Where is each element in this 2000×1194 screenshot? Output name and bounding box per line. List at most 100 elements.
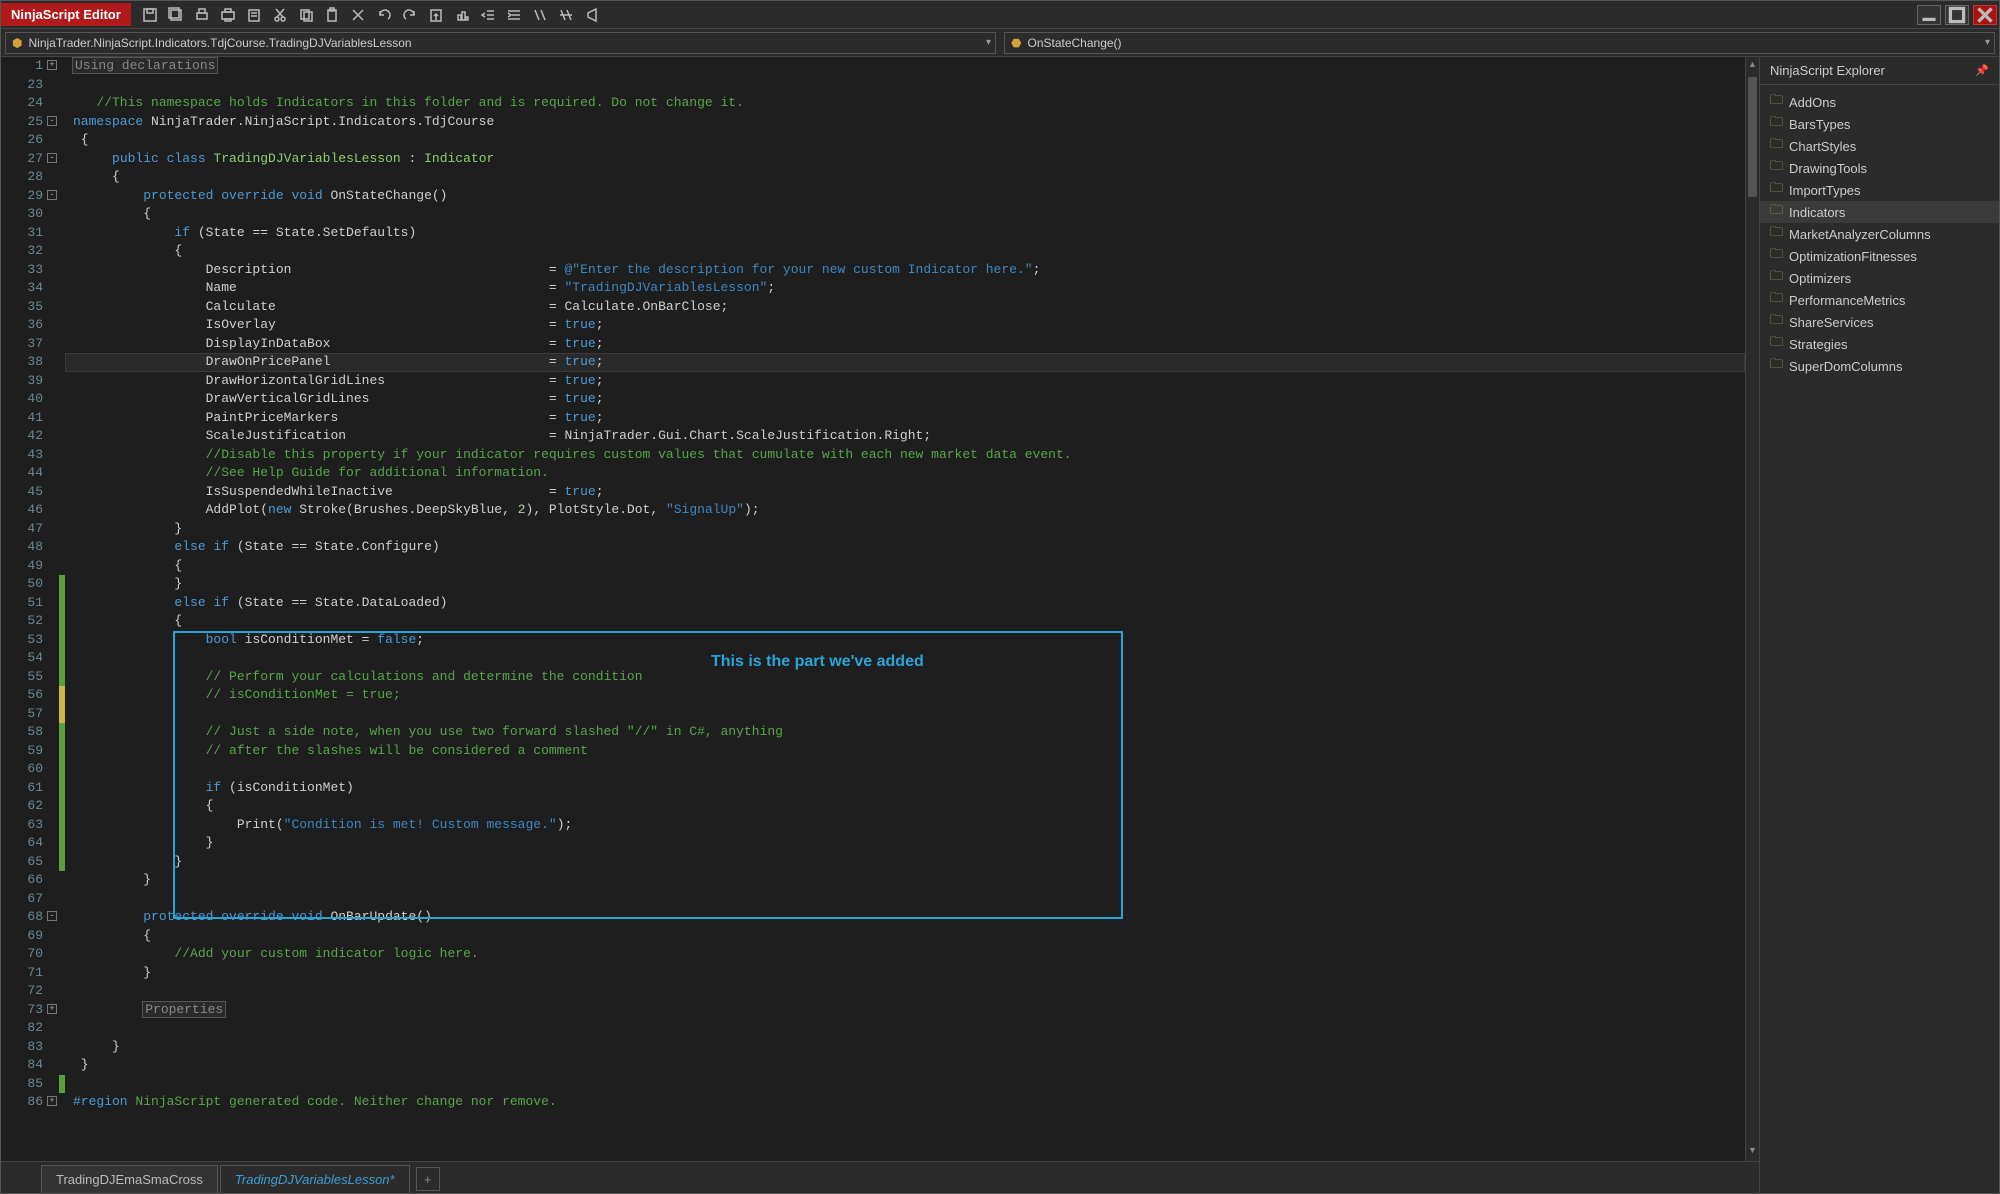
code-line[interactable]: PaintPriceMarkers = true; xyxy=(65,409,1745,428)
cut-icon[interactable] xyxy=(267,2,293,28)
code-line[interactable]: DrawOnPricePanel = true; xyxy=(65,353,1745,372)
fold-expand-icon[interactable]: + xyxy=(47,1096,57,1106)
code-line[interactable] xyxy=(65,760,1745,779)
explorer-node[interactable]: 🗀Optimizers xyxy=(1760,267,1999,289)
undo-icon[interactable] xyxy=(371,2,397,28)
code-line[interactable]: IsOverlay = true; xyxy=(65,316,1745,335)
fold-collapse-icon[interactable]: - xyxy=(47,116,57,126)
uncomment-icon[interactable] xyxy=(553,2,579,28)
code-line[interactable]: { xyxy=(65,927,1745,946)
scroll-up-icon[interactable]: ▲ xyxy=(1746,59,1759,73)
code-line[interactable]: Properties xyxy=(65,1001,1745,1020)
print-preview-icon[interactable] xyxy=(215,2,241,28)
clipboard-icon[interactable] xyxy=(319,2,345,28)
explorer-node[interactable]: 🗀ChartStyles xyxy=(1760,135,1999,157)
code-line[interactable]: IsSuspendedWhileInactive = true; xyxy=(65,483,1745,502)
close-button[interactable] xyxy=(1973,5,1997,25)
indent-icon[interactable] xyxy=(501,2,527,28)
scrollbar-thumb[interactable] xyxy=(1748,77,1757,197)
visualstudio-icon[interactable] xyxy=(579,2,605,28)
code-line[interactable] xyxy=(65,649,1745,668)
save-icon[interactable] xyxy=(137,2,163,28)
code-line[interactable]: Print("Condition is met! Custom message.… xyxy=(65,816,1745,835)
explorer-node[interactable]: 🗀ShareServices xyxy=(1760,311,1999,333)
vertical-scrollbar[interactable]: ▲ ▼ xyxy=(1745,57,1759,1161)
paste-icon[interactable] xyxy=(241,2,267,28)
code-line[interactable]: // after the slashes will be considered … xyxy=(65,742,1745,761)
code-line[interactable]: } xyxy=(65,853,1745,872)
minimize-button[interactable] xyxy=(1917,5,1941,25)
code-line[interactable]: Using declarations xyxy=(65,57,1745,76)
code-line[interactable]: { xyxy=(65,797,1745,816)
code-line[interactable] xyxy=(65,1019,1745,1038)
redo-icon[interactable] xyxy=(397,2,423,28)
explorer-node[interactable]: 🗀Indicators xyxy=(1760,201,1999,223)
code-line[interactable]: // Just a side note, when you use two fo… xyxy=(65,723,1745,742)
export-icon[interactable] xyxy=(423,2,449,28)
comment-icon[interactable] xyxy=(527,2,553,28)
code-line[interactable]: if (isConditionMet) xyxy=(65,779,1745,798)
explorer-node[interactable]: 🗀ImportTypes xyxy=(1760,179,1999,201)
code-line[interactable]: //Disable this property if your indicato… xyxy=(65,446,1745,465)
code-line[interactable]: //Add your custom indicator logic here. xyxy=(65,945,1745,964)
code-line[interactable]: { xyxy=(65,557,1745,576)
code-line[interactable] xyxy=(65,890,1745,909)
fold-collapse-icon[interactable]: - xyxy=(47,153,57,163)
code-line[interactable]: Description = @"Enter the description fo… xyxy=(65,261,1745,280)
explorer-node[interactable]: 🗀BarsTypes xyxy=(1760,113,1999,135)
code-line[interactable]: } xyxy=(65,964,1745,983)
code-line[interactable]: Name = "TradingDJVariablesLesson"; xyxy=(65,279,1745,298)
code-line[interactable]: else if (State == State.DataLoaded) xyxy=(65,594,1745,613)
outdent-icon[interactable] xyxy=(475,2,501,28)
code-line[interactable] xyxy=(65,705,1745,724)
document-tab[interactable]: TradingDJEmaSmaCross xyxy=(41,1165,218,1193)
explorer-node[interactable]: 🗀DrawingTools xyxy=(1760,157,1999,179)
code-line[interactable]: } xyxy=(65,871,1745,890)
code-line[interactable]: // isConditionMet = true; xyxy=(65,686,1745,705)
code-line[interactable]: public class TradingDJVariablesLesson : … xyxy=(65,150,1745,169)
code-line[interactable]: AddPlot(new Stroke(Brushes.DeepSkyBlue, … xyxy=(65,501,1745,520)
code-line[interactable]: { xyxy=(65,168,1745,187)
code-line[interactable]: // Perform your calculations and determi… xyxy=(65,668,1745,687)
method-combo[interactable]: ⬣ OnStateChange() ▾ xyxy=(1004,32,1995,54)
fold-collapse-icon[interactable]: - xyxy=(47,911,57,921)
code-line[interactable] xyxy=(65,76,1745,95)
code-line[interactable]: DrawVerticalGridLines = true; xyxy=(65,390,1745,409)
code-line[interactable]: DisplayInDataBox = true; xyxy=(65,335,1745,354)
code-line[interactable]: namespace NinjaTrader.NinjaScript.Indica… xyxy=(65,113,1745,132)
code-line[interactable]: ScaleJustification = NinjaTrader.Gui.Cha… xyxy=(65,427,1745,446)
scroll-down-icon[interactable]: ▼ xyxy=(1746,1145,1759,1159)
code-line[interactable]: { xyxy=(65,242,1745,261)
code-line[interactable]: bool isConditionMet = false; xyxy=(65,631,1745,650)
code-line[interactable]: { xyxy=(65,612,1745,631)
fold-expand-icon[interactable]: + xyxy=(47,60,57,70)
code-content[interactable]: Using declarations //This namespace hold… xyxy=(65,57,1745,1161)
pin-icon[interactable]: 📌 xyxy=(1975,64,1989,77)
document-tab[interactable]: TradingDJVariablesLesson* xyxy=(220,1165,410,1193)
save-all-icon[interactable] xyxy=(163,2,189,28)
code-line[interactable]: #region NinjaScript generated code. Neit… xyxy=(65,1093,1745,1112)
explorer-node[interactable]: 🗀SuperDomColumns xyxy=(1760,355,1999,377)
code-line[interactable] xyxy=(65,1075,1745,1094)
explorer-node[interactable]: 🗀AddOns xyxy=(1760,91,1999,113)
namespace-combo[interactable]: ⬢ NinjaTrader.NinjaScript.Indicators.Tdj… xyxy=(5,32,996,54)
explorer-node[interactable]: 🗀MarketAnalyzerColumns xyxy=(1760,223,1999,245)
fold-expand-icon[interactable]: + xyxy=(47,1004,57,1014)
maximize-button[interactable] xyxy=(1945,5,1969,25)
fold-collapse-icon[interactable]: - xyxy=(47,190,57,200)
delete-icon[interactable] xyxy=(345,2,371,28)
code-line[interactable]: } xyxy=(65,575,1745,594)
code-line[interactable]: if (State == State.SetDefaults) xyxy=(65,224,1745,243)
explorer-node[interactable]: 🗀Strategies xyxy=(1760,333,1999,355)
code-line[interactable]: DrawHorizontalGridLines = true; xyxy=(65,372,1745,391)
code-line[interactable]: } xyxy=(65,834,1745,853)
code-line[interactable]: } xyxy=(65,1056,1745,1075)
code-line[interactable] xyxy=(65,982,1745,1001)
code-line[interactable]: } xyxy=(65,520,1745,539)
code-line[interactable]: Calculate = Calculate.OnBarClose; xyxy=(65,298,1745,317)
code-line[interactable]: } xyxy=(65,1038,1745,1057)
explorer-node[interactable]: 🗀OptimizationFitnesses xyxy=(1760,245,1999,267)
code-line[interactable]: { xyxy=(65,205,1745,224)
copy-icon[interactable] xyxy=(293,2,319,28)
code-area[interactable]: 1+232425-2627-2829-303132333435363738394… xyxy=(1,57,1759,1161)
